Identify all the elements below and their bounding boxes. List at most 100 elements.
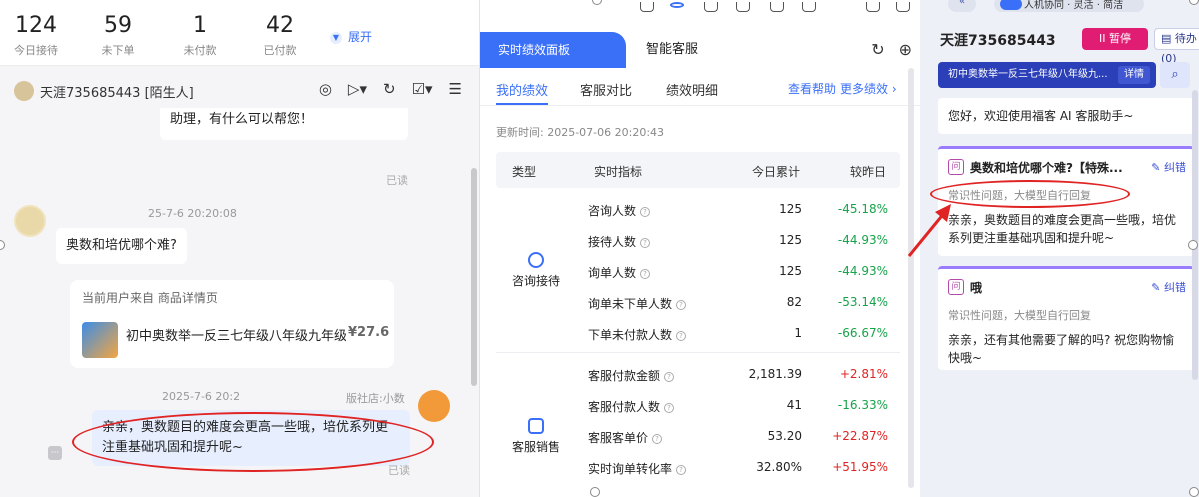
- tab-realtime-performance[interactable]: 实时绩效面板: [480, 32, 626, 68]
- question-badge: 问: [948, 279, 964, 295]
- question-badge: 问: [948, 159, 964, 175]
- card-answer: 亲亲，还有其他需要了解的吗? 祝您购物愉快哦~: [948, 333, 1175, 365]
- help-circle-icon[interactable]: ?: [676, 330, 687, 341]
- metric-compare: +2.81%: [839, 367, 888, 381]
- stat-number: 42: [266, 13, 294, 38]
- chevron-down-icon: ▼: [330, 31, 342, 44]
- read-receipt: 已读: [388, 464, 410, 477]
- header-vs-yesterday: 较昨日: [850, 165, 887, 179]
- metric-value: 82: [786, 295, 802, 309]
- refresh-icon[interactable]: ↻: [383, 80, 396, 98]
- message-text: 奥数和培优哪个难?: [66, 238, 177, 253]
- stat-paid[interactable]: 42 已付款: [258, 14, 302, 58]
- chat-toolbar: ◎ ▷▾ ↻ ☑▾ ☰: [319, 80, 462, 98]
- chat-header: 天涯735685443 [陌生人] ◎ ▷▾ ↻ ☑▾ ☰: [0, 70, 479, 110]
- play-icon[interactable]: ▷▾: [348, 80, 367, 98]
- arrow-icon: [907, 204, 951, 257]
- minimize-icon[interactable]: [866, 2, 880, 12]
- correct-button[interactable]: ✎ 纠错: [1151, 279, 1186, 295]
- metric-value: 125: [779, 233, 802, 247]
- contact-avatar: [14, 81, 34, 101]
- menu-icon[interactable]: ☰: [449, 80, 462, 98]
- current-product-bar[interactable]: 初中奥数举一反三七年级八年级九... 详情: [938, 62, 1156, 88]
- agent-avatar: [418, 390, 450, 422]
- stat-no-order[interactable]: 59 未下单: [96, 14, 140, 58]
- tab-smart-service[interactable]: 智能客服: [646, 32, 698, 68]
- metric-label: 实时询单转化率: [588, 462, 673, 476]
- subtab-my-performance[interactable]: 我的绩效: [496, 80, 548, 99]
- metric-compare: +22.87%: [832, 429, 888, 443]
- resize-handle[interactable]: [1188, 240, 1198, 250]
- metric-value: 1: [794, 326, 802, 340]
- help-link[interactable]: 查看帮助: [788, 80, 836, 97]
- assistant-scrollbar[interactable]: [1192, 90, 1198, 380]
- help-circle-icon[interactable]: ?: [640, 268, 651, 279]
- mode-label: 人机协同 · 灵活 · 简洁: [1024, 0, 1124, 11]
- chat-scrollbar[interactable]: [471, 168, 477, 386]
- help-circle-icon[interactable]: ?: [640, 206, 651, 217]
- customer-avatar: [14, 205, 46, 237]
- help-circle-icon[interactable]: ?: [664, 371, 675, 382]
- close-icon[interactable]: [896, 2, 910, 12]
- read-receipt: 已读: [386, 174, 408, 187]
- correct-label: 纠错: [1164, 161, 1186, 174]
- assistant-icon[interactable]: [670, 2, 684, 8]
- help-circle-icon[interactable]: ?: [664, 402, 675, 413]
- search-icon[interactable]: ⌕: [1160, 62, 1190, 88]
- qa-card[interactable]: 问 哦 ✎ 纠错 常识性问题，大模型自行回复 亲亲，还有其他需要了解的吗? 祝您…: [938, 266, 1194, 370]
- group-divider: [496, 352, 900, 353]
- todo-icon: ▤: [1161, 32, 1175, 45]
- metric-name: 客服付款金额?: [588, 367, 675, 384]
- subtab-performance-detail[interactable]: 绩效明细: [666, 80, 718, 99]
- metric-label: 客服付款金额: [588, 369, 661, 383]
- customer-message: 奥数和培优哪个难?: [56, 228, 187, 264]
- checklist-icon[interactable]: ☑▾: [412, 80, 433, 98]
- refresh-icon[interactable]: ↻: [871, 40, 884, 59]
- window-icon[interactable]: [704, 2, 718, 12]
- stat-unpaid[interactable]: 1 未付款: [178, 14, 222, 58]
- metric-value: 41: [786, 398, 802, 412]
- pin-icon[interactable]: [640, 2, 654, 12]
- correct-button[interactable]: ✎ 纠错: [1151, 159, 1186, 175]
- pending-button[interactable]: ▤ 待办 (0): [1154, 28, 1199, 65]
- chat-panel: 124 今日接待 59 未下单 1 未付款 42 已付款 ▼ 展开 天涯73568…: [0, 0, 480, 497]
- calendar-icon[interactable]: [736, 2, 750, 12]
- add-icon[interactable]: ⊕: [899, 40, 912, 59]
- stat-today-received[interactable]: 124 今日接待: [14, 14, 58, 58]
- stat-label: 已付款: [263, 44, 297, 57]
- expand-button[interactable]: ▼ 展开: [330, 28, 372, 45]
- stat-label: 未下单: [101, 44, 135, 57]
- metric-compare: -44.93%: [837, 233, 888, 247]
- customer-message-time: 25-7-6 20:20:08: [148, 207, 237, 220]
- metric-value: 2,181.39: [748, 367, 802, 381]
- help-circle-icon[interactable]: ?: [676, 299, 687, 310]
- robot-icon[interactable]: ◎: [319, 80, 332, 98]
- expand-label: 展开: [348, 30, 373, 44]
- collapse-button[interactable]: «: [948, 0, 976, 12]
- metric-label: 客服付款人数: [588, 400, 661, 414]
- subtab-service-compare[interactable]: 客服对比: [580, 80, 632, 99]
- metric-value: 53.20: [767, 429, 802, 443]
- panel-scrollbar[interactable]: [908, 68, 914, 488]
- performance-panel: 实时绩效面板 智能客服 ↻ ⊕ 我的绩效 客服对比 绩效明细 查看帮助 更多绩效…: [480, 0, 920, 497]
- stat-number: 124: [15, 13, 57, 38]
- help-circle-icon[interactable]: ?: [652, 433, 663, 444]
- agent-message-time: 2025-7-6 20:2: [162, 390, 241, 403]
- sub-tabs: 我的绩效 客服对比 绩效明细 查看帮助 更多绩效 ›: [480, 68, 920, 106]
- resize-handle[interactable]: [1189, 487, 1199, 497]
- pause-button[interactable]: II 暂停: [1082, 28, 1148, 50]
- group-label: 咨询接待: [511, 274, 560, 288]
- resize-handle[interactable]: [590, 487, 600, 497]
- product-card[interactable]: 当前用户来自 商品详情页 初中奥数举一反三七年级八年级九年级... ¥27.6: [70, 280, 394, 368]
- help-circle-icon[interactable]: ?: [640, 237, 651, 248]
- more-icon[interactable]: ···: [48, 446, 62, 460]
- help-circle-icon[interactable]: ?: [676, 464, 687, 475]
- mode-toggle[interactable]: [1000, 0, 1022, 10]
- shield-icon[interactable]: [770, 2, 784, 12]
- cart-icon[interactable]: [802, 2, 816, 12]
- more-performance-link[interactable]: 更多绩效 ›: [840, 80, 897, 97]
- stat-number: 1: [193, 13, 207, 38]
- detail-button[interactable]: 详情: [1118, 66, 1150, 84]
- metric-label: 询单人数: [588, 266, 637, 280]
- edit-icon: ✎: [1151, 161, 1164, 174]
